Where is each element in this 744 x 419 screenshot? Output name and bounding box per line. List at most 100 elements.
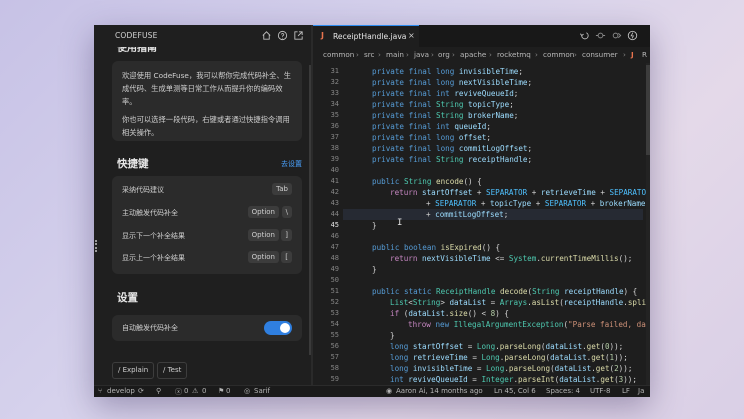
shortcut-label: 主动触发代码补全 [122, 209, 178, 217]
line-number: 42 [330, 188, 339, 196]
line-ending[interactable]: LF [622, 387, 630, 395]
breadcrumb-item[interactable]: java [414, 50, 429, 59]
forward-icon[interactable] [595, 30, 606, 41]
code-line: } [372, 221, 377, 230]
code-line: if (dataList.size() < 8) { [390, 309, 509, 318]
port-count[interactable]: 0 [226, 387, 230, 395]
warning-icon: ⚠ [192, 387, 199, 395]
guide-intro-text: 欢迎使用 CodeFuse，我可以帮你完成代码补全、生成代码、生成单测等日常工作… [122, 71, 292, 106]
text-cursor-icon: I [397, 218, 403, 228]
key-badge: Option [247, 206, 279, 218]
git-blame[interactable]: Aaron Ai, 14 months ago [396, 387, 483, 395]
settings-card: 自动触发代码补全 [112, 315, 302, 341]
test-chip[interactable]: / Test [157, 362, 188, 379]
chevron-right-icon: › [452, 50, 455, 59]
key-badge: Option [247, 229, 279, 241]
code-line: private final long commitLogOffset; [372, 144, 533, 153]
port-icon: ⚑ [218, 387, 225, 395]
line-number: 52 [330, 298, 339, 306]
source-control-icon[interactable]: ⚲ [156, 387, 161, 395]
breadcrumb-item[interactable]: apache [460, 50, 486, 59]
code-line: private final long offset; [372, 133, 491, 142]
auto-complete-toggle[interactable] [264, 321, 292, 335]
codefuse-panel: CODEFUSE 使用指南 欢迎使用 CodeFuse，我可以帮你完成代码补全、… [94, 25, 311, 385]
code-line: } [372, 265, 377, 274]
cursor-position[interactable]: Ln 45, Col 6 [494, 387, 536, 395]
breadcrumb-item[interactable]: R [642, 50, 647, 59]
breadcrumb-item[interactable]: src [364, 50, 375, 59]
code-line: private final String receiptHandle; [372, 155, 533, 164]
line-number: 32 [330, 78, 339, 86]
ide-window: CODEFUSE 使用指南 欢迎使用 CodeFuse，我可以帮你完成代码补全、… [94, 25, 650, 397]
code-line: } [390, 331, 395, 340]
line-number: 38 [330, 144, 339, 152]
code-line: private final long invisibleTime; [372, 67, 523, 76]
shortcut-row: 采纳代码建议 Tab [112, 180, 302, 202]
chevron-right-icon: › [431, 50, 434, 59]
code-line: private final int queueId; [372, 122, 491, 131]
explain-chip[interactable]: / Explain [112, 362, 155, 379]
back-icon[interactable] [579, 30, 590, 41]
line-number: 41 [330, 177, 339, 185]
line-number: 31 [330, 67, 339, 75]
code-line: throw new IllegalArgumentException("Pars… [408, 320, 646, 329]
code-area[interactable]: 31 32 33 34 35 36 37 38 39 40 41 42 43 4… [313, 63, 650, 385]
line-number: 34 [330, 100, 339, 108]
language-mode[interactable]: Ja [638, 387, 644, 395]
cursor-icon[interactable] [627, 30, 638, 41]
code-line: private final int reviveQueueId; [372, 89, 519, 98]
shortcut-row: 显示下一个补全结果 Option ] [112, 226, 302, 248]
code-line: private final String topicType; [372, 100, 514, 109]
home-icon[interactable] [261, 30, 272, 41]
error-icon: ⓧ [175, 388, 182, 396]
encoding[interactable]: UTF-8 [590, 387, 610, 395]
key-badge: \ [281, 206, 292, 218]
chevron-right-icon: › [406, 50, 409, 59]
line-number: 46 [330, 232, 339, 240]
editor-scroll-thumb[interactable] [646, 65, 650, 155]
breadcrumb-item[interactable]: rocketmq [497, 50, 531, 59]
help-icon[interactable] [277, 30, 288, 41]
shortcut-label: 显示下一个补全结果 [122, 232, 185, 240]
sync-icon[interactable]: ⟳ [138, 387, 144, 395]
code-line: + commitLogOffset; [426, 210, 509, 219]
line-number: 56 [330, 342, 339, 350]
error-count[interactable]: 0 [184, 387, 188, 395]
tab-title: ReceiptHandle.java [333, 32, 407, 41]
close-icon[interactable]: × [408, 31, 415, 40]
code-line: int reviveQueueId = Integer.parseInt(dat… [390, 375, 637, 384]
user-icon: ◎ [244, 387, 251, 395]
breadcrumb-item[interactable]: consumer [582, 50, 618, 59]
chevron-right-icon: › [623, 50, 626, 59]
chevron-right-icon: › [489, 50, 492, 59]
shortcut-settings-link[interactable]: 去设置 [281, 159, 302, 169]
key-badge: ] [281, 229, 292, 241]
code-line: long retrieveTime = Long.parseLong(dataL… [390, 353, 628, 362]
code-line: public String encode() { [372, 177, 482, 186]
code-line: long startOffset = Long.parseLong(dataLi… [390, 342, 624, 351]
line-number: 48 [330, 254, 339, 262]
sarif-label[interactable]: Sarif [254, 387, 270, 395]
breadcrumb-item[interactable]: common [543, 50, 574, 59]
key-badge: [ [281, 251, 292, 263]
breadcrumb-item[interactable]: org [438, 50, 450, 59]
open-external-icon[interactable] [293, 30, 304, 41]
line-number: 33 [330, 89, 339, 97]
java-file-icon: J [321, 31, 324, 40]
settings-title: 设置 [117, 292, 138, 304]
breadcrumb-item[interactable]: main [386, 50, 404, 59]
shortcut-label: 显示上一个补全结果 [122, 254, 185, 262]
line-number: 50 [330, 276, 339, 284]
code-line: List<String> dataList = Arrays.asList(re… [390, 298, 647, 307]
breadcrumb-item[interactable]: common [323, 50, 354, 59]
branch-name[interactable]: develop [107, 387, 135, 395]
drag-handle[interactable] [95, 240, 99, 252]
line-number: 58 [330, 364, 339, 372]
tab-receipt-handle[interactable]: J ReceiptHandle.java × [313, 25, 419, 47]
line-number: 59 [330, 375, 339, 383]
warning-count[interactable]: 0 [202, 387, 206, 395]
panel-header: CODEFUSE [94, 25, 311, 47]
code-line: + SEPARATOR + topicType + SEPARATOR + br… [426, 199, 646, 208]
indent-setting[interactable]: Spaces: 4 [546, 387, 580, 395]
split-icon[interactable] [611, 30, 622, 41]
